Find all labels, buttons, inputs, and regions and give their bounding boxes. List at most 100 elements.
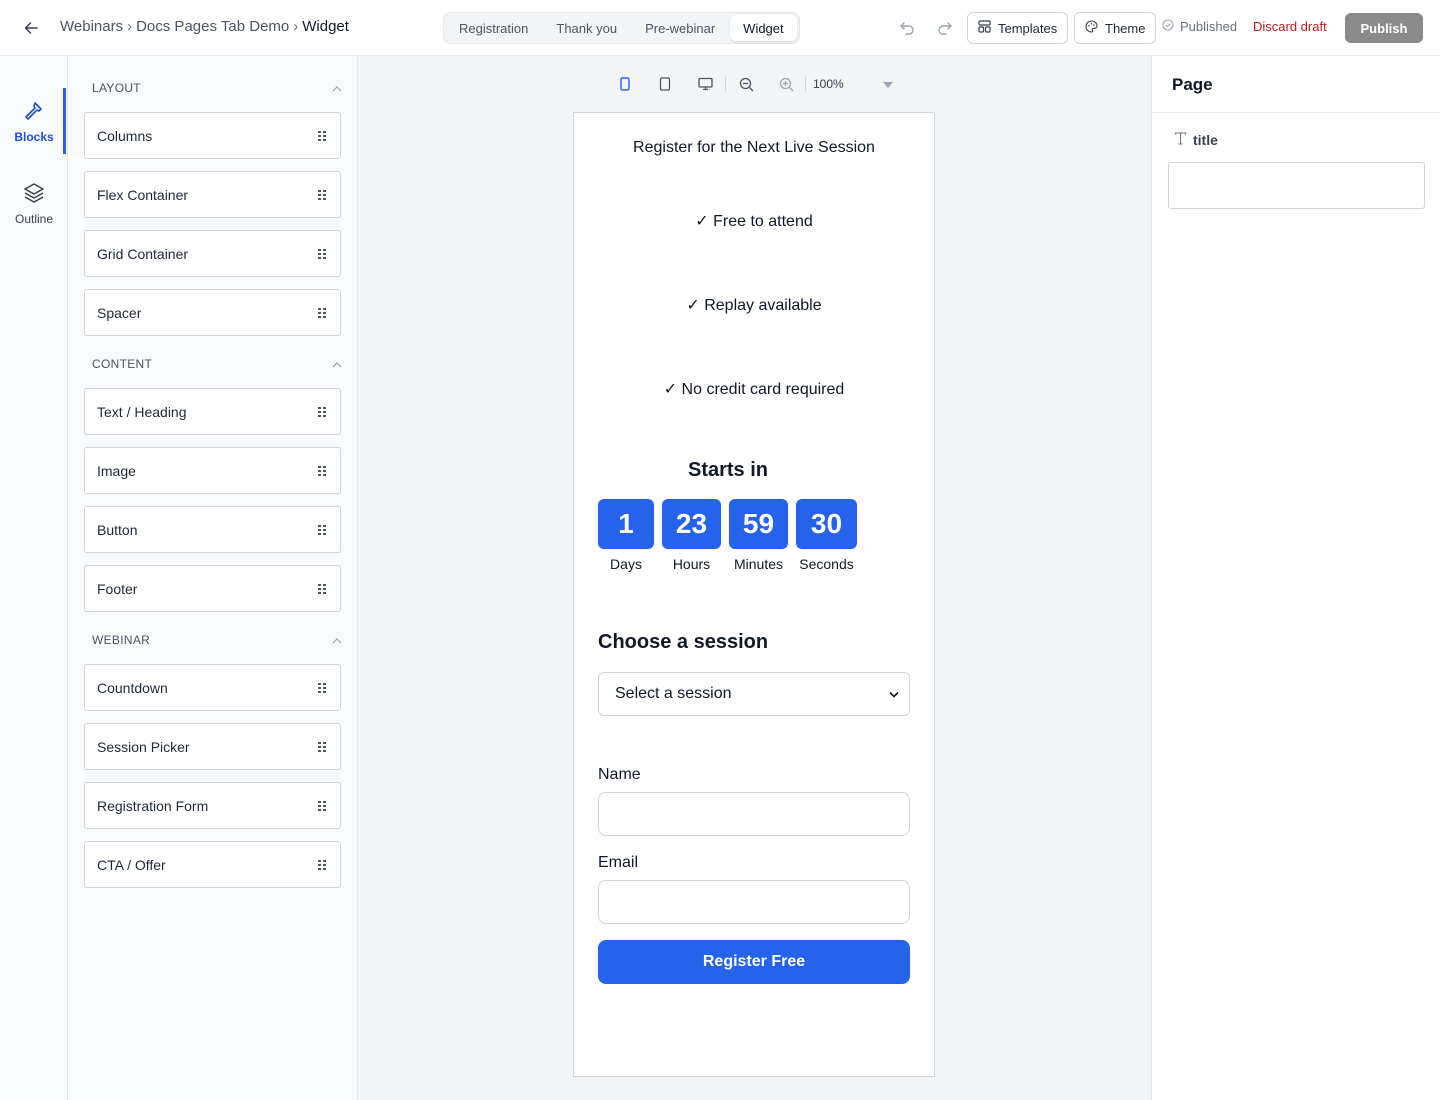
publish-status: Published xyxy=(1162,19,1237,34)
breadcrumb-item-webinars[interactable]: Webinars xyxy=(60,18,123,35)
tab-registration[interactable]: Registration xyxy=(446,15,541,41)
block-label: CTA / Offer xyxy=(97,856,166,873)
theme-button[interactable]: Theme xyxy=(1074,12,1156,44)
tab-widget[interactable]: Widget xyxy=(730,15,797,41)
left-rail: Blocks Outline xyxy=(0,56,68,1100)
countdown-heading: Starts in xyxy=(687,459,769,481)
block-image[interactable]: Image xyxy=(84,447,341,494)
drag-handle-icon[interactable] xyxy=(318,859,328,871)
block-footer[interactable]: Footer xyxy=(84,565,341,612)
zoom-select[interactable]: 100% xyxy=(813,74,893,94)
zoom-in-icon[interactable] xyxy=(776,74,796,94)
block-cta-offer[interactable]: CTA / Offer xyxy=(84,841,341,888)
view-toolbar: 100% xyxy=(358,70,1151,98)
drag-handle-icon[interactable] xyxy=(318,682,328,694)
layers-icon xyxy=(22,181,46,208)
section-title: LAYOUT xyxy=(92,81,141,95)
block-columns[interactable]: Columns xyxy=(84,112,341,159)
properties-header: Page xyxy=(1152,56,1440,113)
discard-draft-button[interactable]: Discard draft xyxy=(1253,19,1327,34)
breadcrumb-separator: › xyxy=(127,18,133,35)
block-label: Text / Heading xyxy=(97,403,187,420)
templates-label: Templates xyxy=(998,20,1058,36)
countdown-seconds-label: Seconds xyxy=(799,556,854,572)
chevron-up-icon xyxy=(332,81,342,95)
countdown-minutes-label: Minutes xyxy=(733,556,784,572)
zoom-out-icon[interactable] xyxy=(736,74,756,94)
publish-status-label: Published xyxy=(1180,19,1238,34)
breadcrumb-item-current: Widget xyxy=(302,18,349,35)
countdown-hours-label: Hours xyxy=(672,556,711,572)
drag-handle-icon[interactable] xyxy=(318,130,328,142)
chevron-down-icon xyxy=(889,685,899,703)
title-property-label: title xyxy=(1174,132,1218,148)
breadcrumb-item-demo[interactable]: Docs Pages Tab Demo xyxy=(136,18,289,35)
undo-icon[interactable] xyxy=(896,17,918,39)
canvas-area: 100% Register for the Next Live Session … xyxy=(358,56,1151,1100)
section-header-layout[interactable]: LAYOUT xyxy=(92,78,342,98)
caret-down-icon xyxy=(883,77,893,91)
drag-handle-icon[interactable] xyxy=(318,800,328,812)
drag-handle-icon[interactable] xyxy=(318,583,328,595)
drag-handle-icon[interactable] xyxy=(318,307,328,319)
block-grid-container[interactable]: Grid Container xyxy=(84,230,341,277)
session-select[interactable]: Select a session xyxy=(598,672,910,716)
text-type-icon xyxy=(1174,132,1187,148)
section-title: WEBINAR xyxy=(92,633,151,647)
publish-button[interactable]: Publish xyxy=(1345,13,1423,43)
block-label: Image xyxy=(97,462,136,479)
countdown-seconds-value: 30 xyxy=(796,499,857,549)
block-session-picker[interactable]: Session Picker xyxy=(84,723,341,770)
countdown-days-label: Days xyxy=(610,556,642,572)
title-input[interactable] xyxy=(1168,162,1425,209)
email-label: Email xyxy=(598,854,639,871)
tablet-icon[interactable] xyxy=(655,74,675,94)
block-registration-form[interactable]: Registration Form xyxy=(84,782,341,829)
breadcrumb-separator: › xyxy=(293,18,299,35)
block-label: Registration Form xyxy=(97,797,209,814)
page-tabs: Registration Thank you Pre-webinar Widge… xyxy=(443,12,800,44)
tab-thank-you[interactable]: Thank you xyxy=(543,15,630,41)
property-label-text: title xyxy=(1193,132,1218,148)
email-field[interactable] xyxy=(598,880,910,924)
properties-panel: Page title xyxy=(1151,56,1440,1100)
zoom-value: 100% xyxy=(813,77,844,91)
block-label: Columns xyxy=(97,127,153,144)
mobile-icon[interactable] xyxy=(615,74,635,94)
rail-item-blocks[interactable]: Blocks xyxy=(0,88,68,154)
register-free-button[interactable]: Register Free xyxy=(598,940,910,984)
redo-icon[interactable] xyxy=(934,17,956,39)
block-flex-container[interactable]: Flex Container xyxy=(84,171,341,218)
name-label: Name xyxy=(598,766,641,783)
block-label: Footer xyxy=(97,580,138,597)
block-label: Session Picker xyxy=(97,738,190,755)
chevron-up-icon xyxy=(332,357,342,371)
session-select-value: Select a session xyxy=(615,685,732,702)
block-label: Spacer xyxy=(97,304,142,321)
section-title: CONTENT xyxy=(92,357,153,371)
block-label: Flex Container xyxy=(97,186,189,203)
name-field[interactable] xyxy=(598,792,910,836)
back-arrow-icon[interactable] xyxy=(18,15,44,41)
block-spacer[interactable]: Spacer xyxy=(84,289,341,336)
block-text-heading[interactable]: Text / Heading xyxy=(84,388,341,435)
block-button[interactable]: Button xyxy=(84,506,341,553)
toolbar-divider xyxy=(805,76,806,92)
rail-item-outline[interactable]: Outline xyxy=(0,170,68,236)
palette-icon xyxy=(1085,20,1098,36)
drag-handle-icon[interactable] xyxy=(318,741,328,753)
drag-handle-icon[interactable] xyxy=(318,248,328,260)
section-header-content[interactable]: CONTENT xyxy=(92,354,342,374)
drag-handle-icon[interactable] xyxy=(318,189,328,201)
block-countdown[interactable]: Countdown xyxy=(84,664,341,711)
drag-handle-icon[interactable] xyxy=(318,406,328,418)
drag-handle-icon[interactable] xyxy=(318,465,328,477)
rail-item-label: Blocks xyxy=(14,129,54,144)
rail-item-label: Outline xyxy=(14,211,54,226)
templates-button[interactable]: Templates xyxy=(967,12,1068,44)
desktop-icon[interactable] xyxy=(695,74,715,94)
tab-pre-webinar[interactable]: Pre-webinar xyxy=(632,15,728,41)
drag-handle-icon[interactable] xyxy=(318,524,328,536)
section-header-webinar[interactable]: WEBINAR xyxy=(92,630,342,650)
properties-title: Page xyxy=(1172,75,1213,94)
